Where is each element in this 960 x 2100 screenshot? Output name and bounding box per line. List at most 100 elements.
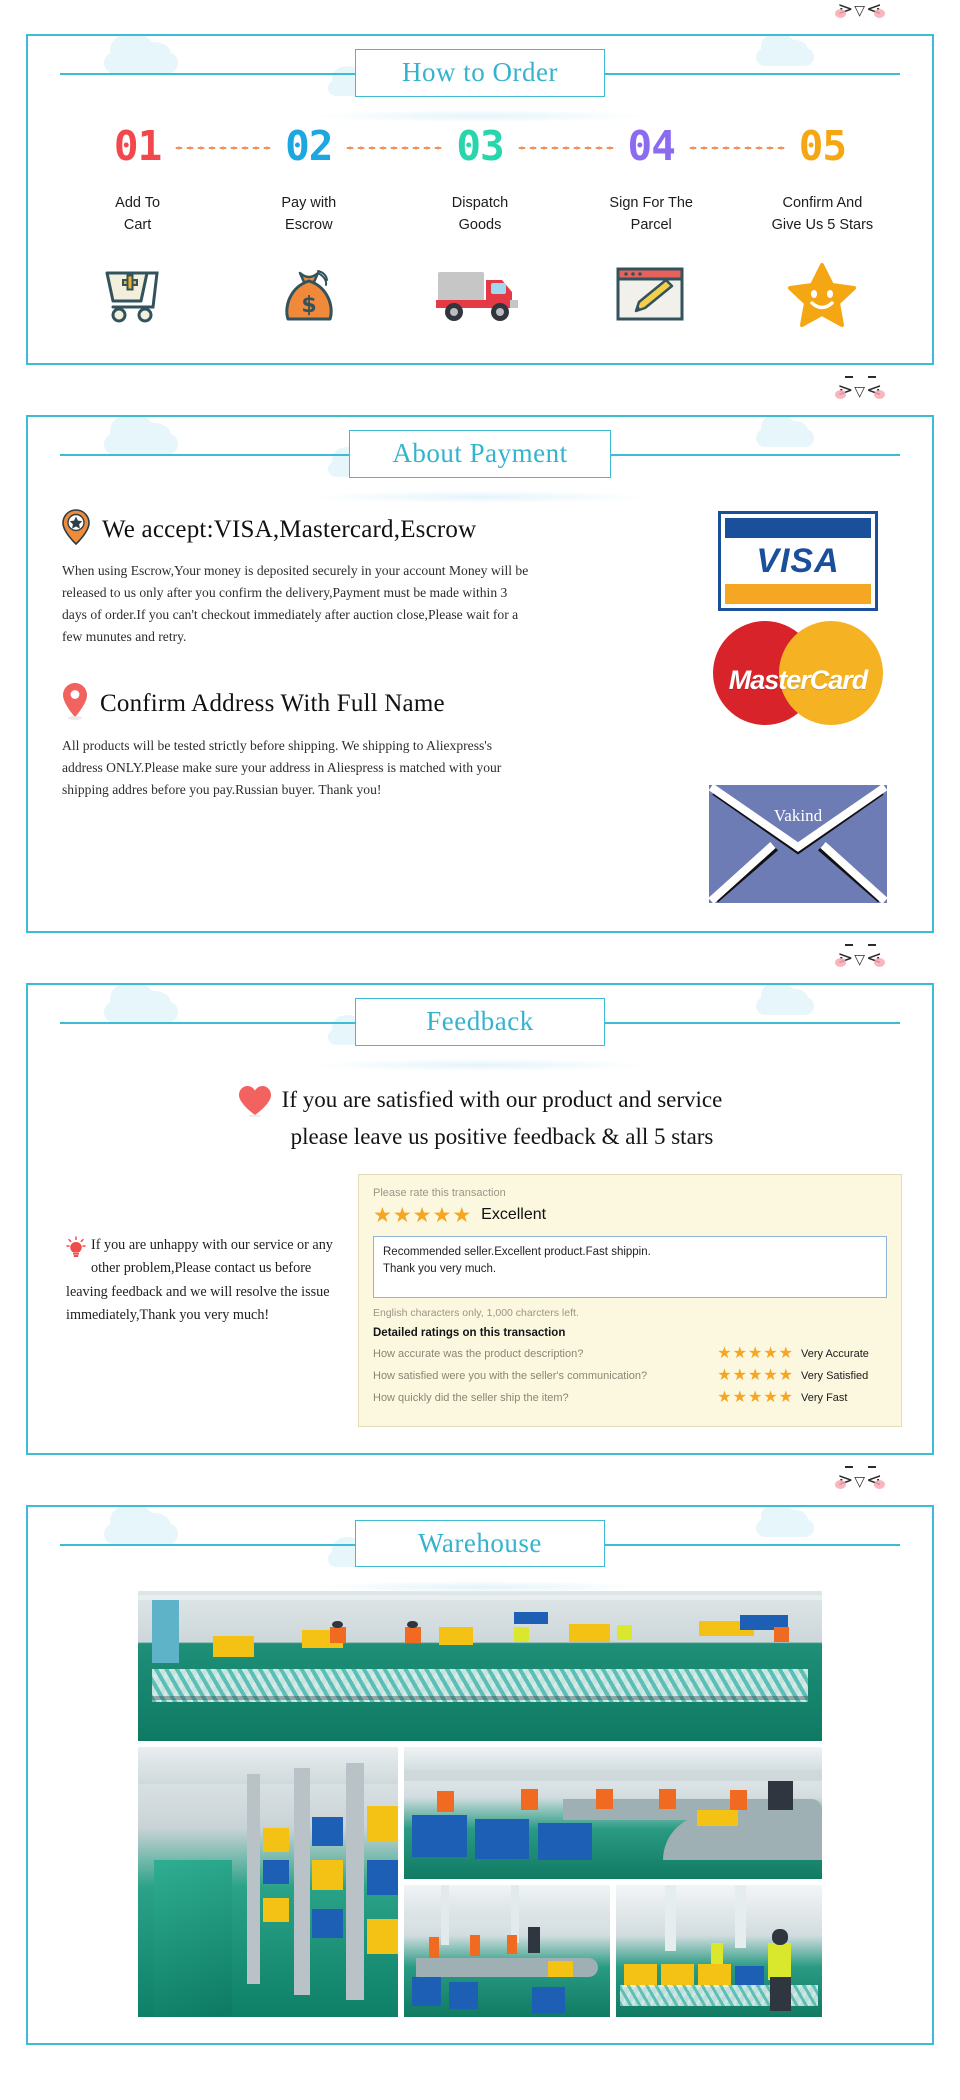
header-rule-left <box>60 1543 372 1546</box>
header-rule-right <box>588 454 900 456</box>
section-header-payment: About Payment <box>28 417 932 491</box>
star-icon[interactable]: ★ <box>733 1345 747 1362</box>
step-label-3: Dispatch Goods <box>451 195 509 233</box>
warehouse-overview-photo <box>138 1590 822 1741</box>
section-title-payment: About Payment <box>392 438 568 469</box>
warehouse-worker-photo <box>615 1884 822 2017</box>
star-icon[interactable]: ★ <box>748 1345 762 1362</box>
warehouse-packing-line-photo <box>403 1884 610 2017</box>
detailed-rating-row: How quickly did the seller ship the item… <box>373 1389 887 1406</box>
detailed-rating-row: How accurate was the product description… <box>373 1345 887 1362</box>
header-rule-right <box>588 73 900 75</box>
star-icon[interactable]: ★ <box>748 1389 762 1406</box>
character-count-note: English characters only, 1,000 charcters… <box>373 1306 579 1319</box>
overall-stars[interactable]: ★ ★ ★ ★ ★ <box>373 1205 471 1226</box>
star-icon[interactable]: ★ <box>373 1205 392 1226</box>
header-rule-left <box>60 1022 372 1024</box>
section-title-box-payment: About Payment <box>349 430 611 478</box>
warehouse-aisle-photo <box>138 1746 398 2017</box>
payment-accept-heading-row: We accept:VISA,Mastercard,Escrow <box>62 509 686 550</box>
heart-icon <box>238 1085 272 1122</box>
feedback-headline-line-2: please leave us positive feedback & all … <box>290 1124 714 1150</box>
star-icon[interactable]: ★ <box>413 1205 432 1226</box>
star-icon[interactable]: ★ <box>763 1345 777 1362</box>
payment-accept-heading: We accept:VISA,Mastercard,Escrow <box>102 515 477 543</box>
section-title-box-order: How to Order <box>355 49 605 97</box>
feedback-note-text: If you are unhappy with our service or a… <box>66 1236 333 1324</box>
overall-rating-row: ★ ★ ★ ★ ★ Excellent <box>373 1205 887 1226</box>
shopping-cart-icon <box>52 259 223 329</box>
section-warehouse: Warehouse <box>26 1504 934 2045</box>
money-bag-icon: $ <box>223 259 394 329</box>
step-label-4: Sign For The Parcel <box>609 195 693 233</box>
section-title-warehouse: Warehouse <box>418 1527 542 1558</box>
order-step-3: 03 Dispatch Goods <box>394 126 614 329</box>
title-shadow <box>315 1059 645 1071</box>
feedback-headline: If you are satisfied with our product an… <box>58 1081 902 1156</box>
star-icon[interactable]: ★ <box>733 1389 747 1406</box>
section-title-box-warehouse: Warehouse <box>355 1519 605 1568</box>
review-line-1: Recommended seller.Excellent product.Fas… <box>383 1245 651 1258</box>
star-icon[interactable]: ★ <box>779 1389 793 1406</box>
star-icon[interactable]: ★ <box>779 1367 793 1384</box>
star-icon[interactable]: ★ <box>393 1205 412 1226</box>
section-title-feedback: Feedback <box>426 1006 534 1037</box>
visa-logo: VISA <box>718 511 878 611</box>
kaomoji-decoration-feedback: ⋗▽⋖ <box>26 944 934 983</box>
star-icon[interactable]: ★ <box>779 1345 793 1362</box>
header-rule-right <box>588 1022 900 1024</box>
star-icon[interactable]: ★ <box>452 1205 471 1226</box>
star-icon[interactable]: ★ <box>717 1389 731 1406</box>
kaomoji-decoration-payment: ⋗▽⋖ <box>26 376 934 415</box>
mastercard-logo: MasterCard <box>713 621 883 729</box>
section-feedback: Feedback If you are satisfied with our p… <box>26 983 934 1455</box>
detailed-ratings-title: Detailed ratings on this transaction <box>373 1326 566 1339</box>
visa-wordmark: VISA <box>756 542 840 580</box>
step-label-2: Pay with Escrow <box>281 195 337 233</box>
section-header-warehouse: Warehouse <box>28 1507 932 1581</box>
star-icon[interactable]: ★ <box>717 1367 731 1384</box>
detailed-rating-row: How satisfied were you with the seller's… <box>373 1367 887 1384</box>
detailed-rating-value: Very Satisfied <box>801 1369 869 1382</box>
star-icon[interactable]: ★ <box>748 1367 762 1384</box>
header-rule-left <box>60 73 372 75</box>
star-icon[interactable]: ★ <box>763 1389 777 1406</box>
step-label-1: Add To Cart <box>115 195 161 233</box>
star-icon[interactable]: ★ <box>717 1345 731 1362</box>
detailed-rating-stars[interactable]: ★ ★ ★ ★ ★ <box>717 1367 793 1384</box>
section-header-order: How to Order <box>28 36 932 110</box>
feedback-headline-line-1: If you are satisfied with our product an… <box>281 1087 723 1112</box>
kaomoji-face-icon: ⋗▽⋖ <box>835 0 885 19</box>
rating-prompt: Please rate this transaction <box>373 1186 506 1199</box>
step-number-5: 05 <box>798 122 847 170</box>
rating-card: Please rate this transaction ★ ★ ★ ★ ★ E… <box>358 1173 902 1427</box>
title-shadow <box>315 110 645 122</box>
kaomoji-decoration-warehouse: ⋗▽⋖ <box>26 1465 934 1505</box>
step-label-5: Confirm And Give Us 5 Stars <box>771 195 874 233</box>
section-header-feedback: Feedback <box>28 985 932 1059</box>
order-step-5: 05 Confirm And Give Us 5 Stars <box>737 126 908 329</box>
star-icon[interactable]: ★ <box>763 1367 777 1384</box>
payment-address-text: All products will be tested strictly bef… <box>62 738 502 798</box>
product-description-page: ⋗▽⋖ How to Order 01 Add ToCart <box>0 0 960 2045</box>
star-icon[interactable]: ★ <box>733 1367 747 1384</box>
star-icon[interactable]: ★ <box>432 1205 451 1226</box>
kaomoji-face-icon: ⋗▽⋖ <box>835 944 885 968</box>
detailed-rating-question: How accurate was the product description… <box>373 1347 584 1360</box>
section-about-payment: About Payment We accept:VISA,Mastercard,… <box>26 415 934 933</box>
star-location-pin-icon <box>62 509 90 550</box>
detailed-rating-stars[interactable]: ★ ★ ★ ★ ★ <box>717 1345 793 1362</box>
title-shadow <box>315 491 645 503</box>
delivery-truck-icon <box>394 259 565 329</box>
visa-top-bar <box>725 518 871 538</box>
kaomoji-decoration-order: ⋗▽⋖ <box>26 0 934 34</box>
feedback-note-block: If you are unhappy with our service or a… <box>58 1174 358 1328</box>
mastercard-wordmark: MasterCard <box>728 665 869 695</box>
header-rule-right <box>588 1543 900 1546</box>
detailed-rating-value: Very Fast <box>801 1391 848 1404</box>
kaomoji-face-icon: ⋗▽⋖ <box>835 376 885 400</box>
sign-document-icon <box>566 259 737 329</box>
review-textarea[interactable]: Recommended seller.Excellent product.Fas… <box>373 1235 887 1298</box>
detailed-rating-stars[interactable]: ★ ★ ★ ★ ★ <box>717 1389 793 1406</box>
review-line-2: Thank you very much. <box>383 1262 497 1275</box>
